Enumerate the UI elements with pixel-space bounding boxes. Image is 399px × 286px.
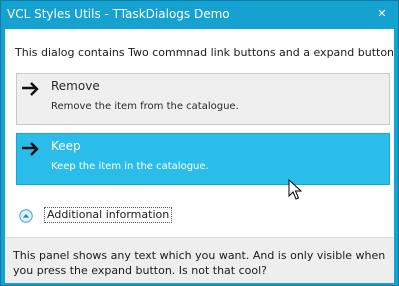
expand-button-label: Additional information bbox=[44, 207, 173, 223]
mouse-cursor-icon bbox=[288, 179, 302, 200]
arrow-right-icon bbox=[22, 82, 39, 96]
expanded-info-panel: This panel shows any text which you want… bbox=[5, 237, 394, 283]
task-dialog-window: VCL Styles Utils - TTaskDialogs Demo ✕ T… bbox=[0, 0, 399, 286]
expanded-info-text: This panel shows any text which you want… bbox=[13, 249, 386, 277]
window-title: VCL Styles Utils - TTaskDialogs Demo bbox=[7, 7, 230, 21]
content-area: This dialog contains Two commnad link bu… bbox=[5, 29, 394, 235]
instruction-text: This dialog contains Two commnad link bu… bbox=[15, 46, 395, 59]
command-link-description: Keep the item in the catalogue. bbox=[51, 161, 209, 172]
command-link-keep[interactable]: Keep Keep the item in the catalogue. bbox=[16, 133, 390, 185]
arrow-right-icon bbox=[22, 142, 39, 156]
command-link-title: Remove bbox=[51, 79, 100, 93]
chevron-up-icon bbox=[19, 209, 33, 223]
command-link-title: Keep bbox=[51, 139, 81, 153]
close-button[interactable]: ✕ bbox=[372, 4, 392, 24]
title-bar[interactable]: VCL Styles Utils - TTaskDialogs Demo ✕ bbox=[1, 1, 398, 29]
dialog-client-area: This dialog contains Two commnad link bu… bbox=[5, 29, 394, 283]
command-link-remove[interactable]: Remove Remove the item from the catalogu… bbox=[16, 73, 390, 125]
command-link-description: Remove the item from the catalogue. bbox=[51, 101, 239, 112]
